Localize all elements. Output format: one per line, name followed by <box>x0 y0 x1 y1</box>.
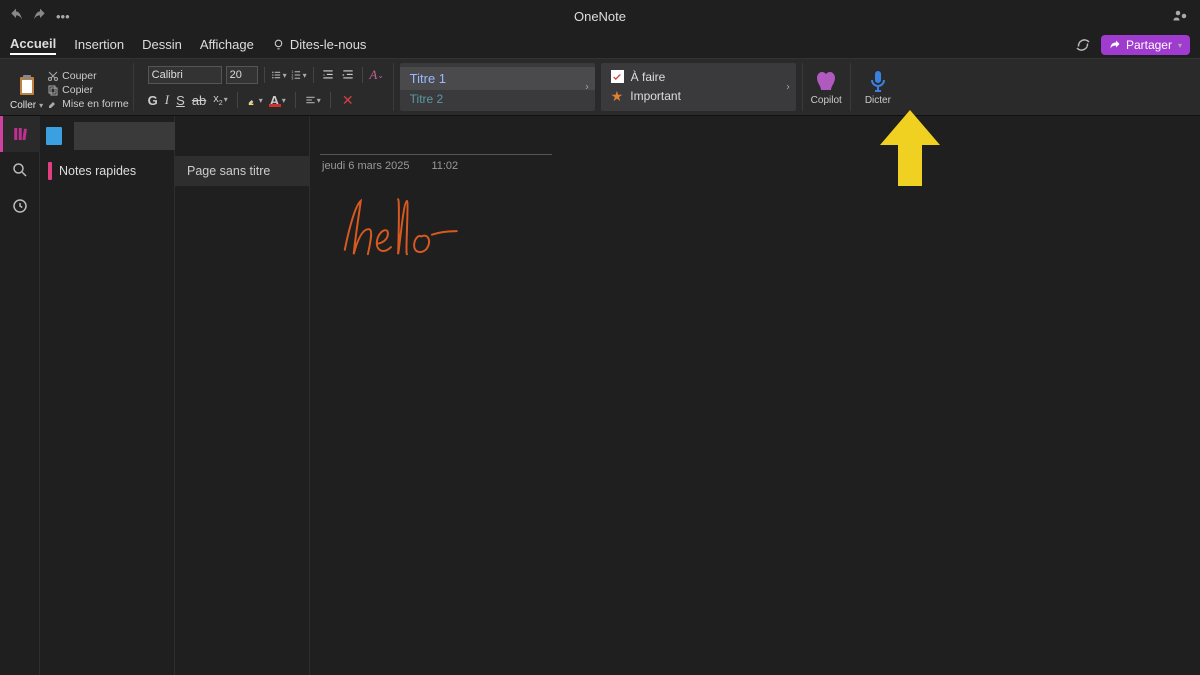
ribbon-tabs: Accueil Insertion Dessin Affichage Dites… <box>0 32 1200 58</box>
underline-button[interactable]: S <box>176 93 185 108</box>
indent-button[interactable] <box>340 67 356 83</box>
outdent-button[interactable] <box>320 67 336 83</box>
clear-format-button[interactable]: A⌄ <box>369 67 385 83</box>
note-canvas[interactable]: jeudi 6 mars 2025 11:02 <box>310 116 1200 675</box>
cut-button[interactable]: Couper <box>47 69 129 83</box>
checkbox-icon <box>611 70 624 83</box>
copilot-icon <box>814 69 838 93</box>
style-heading1[interactable]: Titre 1 <box>400 67 595 90</box>
ribbon: Coller▾ Couper Copier Mise en forme ▾ 12… <box>0 58 1200 116</box>
copy-icon <box>47 84 59 96</box>
align-button[interactable]: ▾ <box>305 92 321 108</box>
italic-button[interactable]: I <box>165 92 169 108</box>
highlight-button[interactable]: ▾ <box>247 92 263 108</box>
tab-tellme[interactable]: Dites-le-nous <box>272 37 367 54</box>
tag-todo[interactable]: À faire <box>611 68 786 86</box>
more-icon[interactable]: ••• <box>56 9 70 24</box>
format-painter-button[interactable]: Mise en forme <box>47 97 129 111</box>
rail-notebooks[interactable] <box>0 116 40 152</box>
tab-view[interactable]: Affichage <box>200 37 254 54</box>
notebook-icon[interactable] <box>46 127 62 145</box>
font-size-select[interactable] <box>226 66 258 84</box>
tab-home[interactable]: Accueil <box>10 36 56 55</box>
collab-icon[interactable] <box>1172 7 1190 25</box>
note-datetime: jeudi 6 mars 2025 11:02 <box>322 160 458 172</box>
note-time: 11:02 <box>431 160 458 172</box>
svg-text:3: 3 <box>291 77 293 81</box>
rail-search[interactable] <box>0 152 40 188</box>
pages-panel: Page sans titre <box>175 116 310 675</box>
copilot-group[interactable]: Copilot <box>802 63 851 111</box>
tab-insert[interactable]: Insertion <box>74 37 124 54</box>
star-icon: ★ <box>611 88 624 105</box>
paintbrush-icon <box>47 98 59 110</box>
sections-panel: Notes rapides <box>40 116 175 675</box>
clipboard-icon <box>15 73 39 99</box>
copy-button[interactable]: Copier <box>47 83 129 97</box>
note-date: jeudi 6 mars 2025 <box>322 160 409 172</box>
navigation-rail <box>0 116 40 675</box>
share-button[interactable]: Partager ▾ <box>1101 35 1190 55</box>
rail-recent[interactable] <box>0 188 40 224</box>
redo-icon[interactable] <box>32 8 48 24</box>
number-list-button[interactable]: 123▾ <box>291 67 307 83</box>
ink-hello <box>332 192 482 275</box>
style-heading2[interactable]: Titre 2 <box>410 92 585 106</box>
styles-group: Titre 1 Titre 2 › <box>400 63 595 111</box>
tag-important[interactable]: ★ Important <box>611 86 786 107</box>
font-family-select[interactable] <box>148 66 222 84</box>
window-title: OneNote <box>574 9 626 24</box>
page-untitled[interactable]: Page sans titre <box>175 156 309 186</box>
scissors-icon <box>47 70 59 82</box>
microphone-icon <box>866 69 890 93</box>
styles-gallery[interactable]: Titre 1 Titre 2 › <box>400 63 595 111</box>
lightbulb-icon <box>272 38 285 51</box>
section-quicknotes[interactable]: Notes rapides <box>40 156 174 186</box>
undo-icon[interactable] <box>8 8 24 24</box>
tab-draw[interactable]: Dessin <box>142 37 182 54</box>
font-color-button[interactable]: A▾ <box>270 92 286 108</box>
share-icon <box>1109 39 1121 51</box>
search-icon <box>11 161 29 179</box>
chevron-down-icon: ▾ <box>1178 41 1182 50</box>
bullet-list-button[interactable]: ▾ <box>271 67 287 83</box>
font-group: ▾ 123▾ A⌄ G I S ab x2▾ ▾ A▾ ▾ ✕ <box>140 63 394 111</box>
dictate-button[interactable]: Dicter <box>857 63 899 111</box>
subscript-button[interactable]: x2▾ <box>213 93 227 107</box>
chevron-right-icon: › <box>786 82 789 93</box>
title-bar: ••• OneNote <box>0 0 1200 32</box>
tags-gallery[interactable]: À faire ★ Important › <box>601 63 796 111</box>
bold-button[interactable]: G <box>148 93 158 108</box>
title-underline <box>320 154 552 155</box>
books-icon <box>12 125 30 143</box>
chevron-right-icon: › <box>585 82 588 93</box>
delete-button[interactable]: ✕ <box>340 92 356 108</box>
section-color-chip <box>48 162 52 180</box>
sync-icon[interactable] <box>1074 36 1092 54</box>
clock-icon <box>11 197 29 215</box>
strike-button[interactable]: ab <box>192 93 206 108</box>
paste-button[interactable]: Coller▾ <box>10 73 43 111</box>
tags-group: À faire ★ Important › <box>601 63 796 111</box>
clipboard-group: Coller▾ Couper Copier Mise en forme <box>8 63 134 111</box>
